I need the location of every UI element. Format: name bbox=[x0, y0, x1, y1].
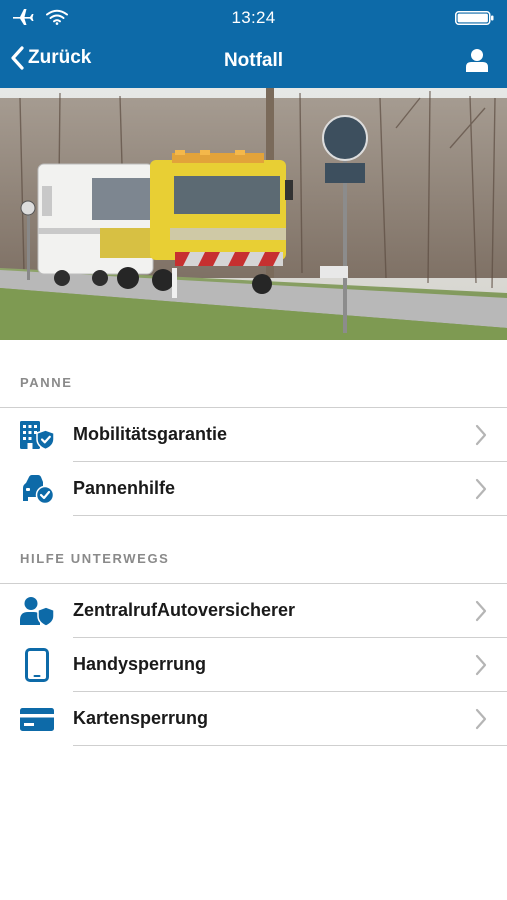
building-shield-icon bbox=[20, 421, 54, 450]
list-item-label: Handysperrung bbox=[73, 654, 207, 674]
chevron-right-icon bbox=[475, 708, 487, 730]
profile-icon[interactable] bbox=[465, 48, 489, 73]
app-header: 13:24 Zurück Notfall bbox=[0, 0, 507, 88]
battery-icon bbox=[455, 11, 494, 25]
chevron-left-icon bbox=[11, 46, 24, 70]
section-header-panne: PANNE bbox=[20, 375, 73, 390]
list-item-handysperrung[interactable]: Handysperrung bbox=[0, 638, 507, 692]
list-item-label: Pannenhilfe bbox=[73, 478, 176, 498]
card-icon bbox=[20, 708, 54, 731]
list-item-mobilitaetsgarantie[interactable]: Mobilitätsgarantie bbox=[0, 408, 507, 462]
list-item-zentralruf[interactable]: ZentralrufAutoversicherer bbox=[0, 584, 507, 638]
tow-truck-with-caravan-photo bbox=[0, 88, 507, 340]
phone-icon bbox=[25, 648, 49, 682]
back-label: Zurück bbox=[28, 47, 92, 68]
status-bar: 13:24 bbox=[0, 0, 507, 36]
chevron-right-icon bbox=[475, 654, 487, 676]
car-check-icon bbox=[23, 475, 54, 504]
chevron-right-icon bbox=[475, 424, 487, 446]
section-header-hilfe-unterwegs: HILFE UNTERWEGS bbox=[20, 551, 170, 566]
row-separator bbox=[73, 745, 507, 746]
row-separator bbox=[73, 515, 507, 516]
list-item-kartensperrung[interactable]: Kartensperrung bbox=[0, 692, 507, 746]
status-time: 13:24 bbox=[231, 8, 276, 27]
navigation-bar: Zurück Notfall bbox=[0, 36, 507, 88]
chevron-right-icon bbox=[475, 478, 487, 500]
person-shield-icon bbox=[20, 597, 54, 626]
list-item-label: ZentralrufAutoversicherer bbox=[73, 600, 296, 620]
list-item-pannenhilfe[interactable]: Pannenhilfe bbox=[0, 462, 507, 516]
list-item-label: Mobilitätsgarantie bbox=[73, 424, 228, 444]
list-item-label: Kartensperrung bbox=[73, 708, 209, 728]
hero-image bbox=[0, 88, 507, 340]
back-button[interactable]: Zurück bbox=[10, 46, 91, 70]
chevron-right-icon bbox=[475, 600, 487, 622]
